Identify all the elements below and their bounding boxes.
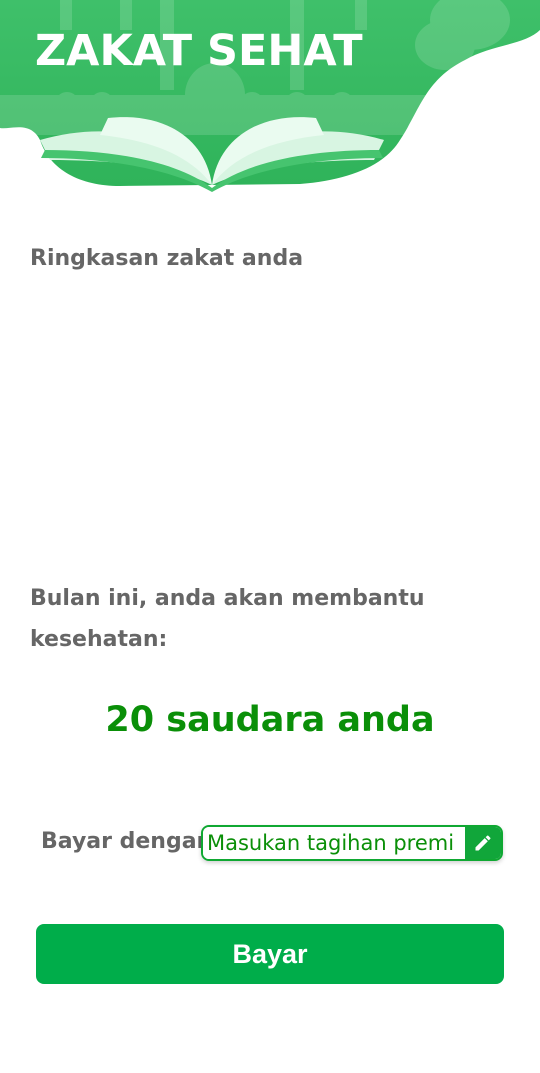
impact-count: 20 saudara anda <box>105 700 435 740</box>
premi-input[interactable] <box>203 827 465 859</box>
header-banner: ZAKAT SEHAT <box>0 0 540 200</box>
impact-description: Bulan ini, anda akan membantu kesehatan: <box>30 586 425 652</box>
edit-button[interactable] <box>465 827 501 859</box>
pencil-icon <box>475 835 491 851</box>
pay-button[interactable]: Bayar <box>36 924 504 984</box>
premi-field <box>201 825 503 861</box>
summary-heading: Ringkasan zakat anda <box>30 246 304 271</box>
app-title: ZAKAT SEHAT <box>35 26 363 76</box>
payment-label: Bayar dengan <box>41 829 213 854</box>
